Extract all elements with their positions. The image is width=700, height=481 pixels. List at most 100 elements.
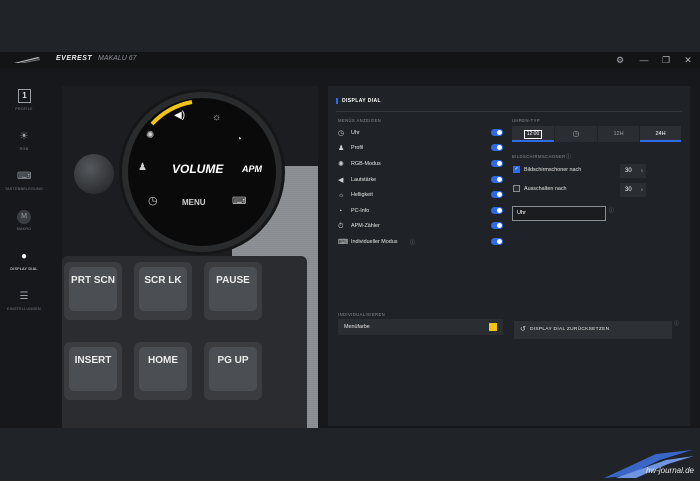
- sidebar-item-label: MAKRO: [16, 227, 32, 231]
- switch-off-label: Ausschalten nach: [524, 186, 567, 192]
- toggle-volume[interactable]: [491, 176, 503, 183]
- clock-format-24h[interactable]: 24H: [640, 126, 681, 142]
- section-title: DISPLAY DIAL: [336, 98, 381, 104]
- dial-speaker-icon: ◀): [174, 110, 186, 121]
- menu-color-swatch[interactable]: [489, 323, 497, 331]
- toggle-custom-mode[interactable]: [491, 238, 503, 245]
- display-dial-panel: DISPLAY DIAL MENÜS ANZEIGEN ◷ Uhr ♟ Prof…: [328, 86, 690, 426]
- settings-gear-icon[interactable]: ⚙: [614, 54, 626, 66]
- desktop-bottom-area: [0, 428, 700, 481]
- section-divider: [336, 111, 682, 112]
- desktop-top-area: [0, 0, 700, 52]
- menu-item-profile: ♟ Profil: [338, 143, 503, 155]
- profile-number-icon: 1: [18, 89, 31, 103]
- digital-clock-icon: 12:00: [523, 130, 543, 139]
- device-model: MAKALU 67: [98, 55, 137, 62]
- dial-volume-label: VOLUME: [172, 162, 224, 176]
- display-dial-icon: ●: [20, 251, 28, 262]
- help-icon[interactable]: ⓘ: [674, 320, 679, 327]
- title-bar: EVEREST MAKALU 67 ⚙ — ❐ ✕: [0, 52, 700, 68]
- screensaver-header: BILDSCHIRMSCHONER: [512, 154, 566, 159]
- sidebar-item-rgb[interactable]: ☀ RGB: [0, 126, 48, 166]
- menu-color-label: Menüfarbe: [344, 324, 370, 330]
- menu-item-clock: ◷ Uhr: [338, 128, 503, 140]
- individualize-header: INDIVIDUALISIEREN: [338, 312, 386, 317]
- switch-off-minutes-input[interactable]: 30 s: [620, 183, 646, 197]
- watermark-text: hw-journal.de: [645, 466, 694, 475]
- keyboard-body: PRT SCN SCR LK PAUSE INSERT HOME PG UP: [62, 256, 307, 428]
- toggle-clock[interactable]: [491, 129, 503, 136]
- help-icon[interactable]: ⓘ: [410, 239, 415, 246]
- sidebar: 1 PROFILE ☀ RGB ⌨ TASTENBELEGUNG M MAKRO…: [0, 86, 48, 326]
- screensaver-label: Bildschirmschoner nach: [524, 167, 582, 173]
- brand-logo-icon: [14, 57, 40, 63]
- gauge-icon: ◔: [338, 208, 343, 215]
- sidebar-item-label: PROFILE: [15, 107, 33, 111]
- help-icon[interactable]: ⓘ: [609, 207, 614, 214]
- brightness-icon: ☼: [338, 192, 345, 199]
- toggle-apm-counter[interactable]: [491, 222, 503, 229]
- screensaver-minutes-input[interactable]: 30 s: [620, 164, 646, 178]
- clock-type-analog[interactable]: ◷: [555, 126, 597, 142]
- help-icon[interactable]: ⓘ: [566, 153, 571, 160]
- dial-keyboard-icon: ⌨: [232, 196, 247, 207]
- clock-type-header: UHREN-TYP: [512, 118, 541, 123]
- reset-display-dial-button[interactable]: ↺ DISPLAY DIAL ZURÜCKSETZEN: [514, 321, 672, 339]
- restore-button[interactable]: ❐: [660, 54, 672, 66]
- sidebar-item-settings[interactable]: ☰ EINSTELLUNGEN: [0, 286, 48, 326]
- key-home: HOME: [134, 342, 192, 400]
- sidebar-item-display-dial[interactable]: ● DISPLAY DIAL: [0, 246, 48, 286]
- sidebar-item-macro[interactable]: M MAKRO: [0, 206, 48, 246]
- display-dial-preview: ◀) ☼ ✺ ◔ ♟ VOLUME APM ◷ MENU ⌨: [122, 92, 282, 252]
- switch-off-checkbox[interactable]: [513, 185, 520, 192]
- dial-gauge-icon: ◔: [236, 134, 243, 145]
- menu-item-custom-mode: ⌨ Individueller Modus ⓘ: [338, 237, 503, 249]
- clock-icon: ◷: [338, 130, 345, 137]
- sidebar-item-key-assignment[interactable]: ⌨ TASTENBELEGUNG: [0, 166, 48, 206]
- dial-brightness-icon: ☼: [212, 112, 222, 123]
- screensaver-checkbox[interactable]: ✓: [513, 166, 520, 173]
- toggle-profile[interactable]: [491, 144, 503, 151]
- custom-keyboard-icon: ⌨: [338, 239, 349, 246]
- sidebar-item-profile[interactable]: 1 PROFILE: [0, 86, 48, 126]
- close-button[interactable]: ✕: [682, 54, 694, 66]
- rgb-sun-icon: ✺: [338, 161, 344, 168]
- menu-list-header: MENÜS ANZEIGEN: [338, 118, 382, 123]
- key-pause: PAUSE: [204, 262, 262, 320]
- key-scr-lk: SCR LK: [134, 262, 192, 320]
- keyboard-preview: PRT SCN SCR LK PAUSE INSERT HOME PG UP ◀…: [62, 86, 318, 428]
- analog-clock-icon: ◷: [572, 129, 580, 138]
- dial-clock-icon: ◷: [148, 195, 158, 207]
- macro-icon: M: [17, 210, 31, 224]
- menu-item-apm-counter: ⏱ APM-Zähler: [338, 221, 503, 233]
- menu-item-brightness: ☼ Helligkeit: [338, 190, 503, 202]
- toggle-rgb-mode[interactable]: [491, 160, 503, 167]
- sidebar-item-label: EINSTELLUNGEN: [7, 307, 41, 311]
- clock-type-digital[interactable]: 12:00: [512, 126, 554, 142]
- sidebar-item-label: DISPLAY DIAL: [10, 267, 38, 271]
- app-brand: EVEREST: [56, 55, 93, 62]
- sidebar-item-label: RGB: [19, 147, 29, 151]
- toggle-brightness[interactable]: [491, 191, 503, 198]
- dial-menu-label: MENU: [182, 198, 206, 207]
- sliders-icon: ☰: [19, 291, 29, 302]
- menu-color-row[interactable]: Menüfarbe: [338, 319, 503, 335]
- speaker-icon: ◀: [338, 177, 344, 184]
- rotary-knob: [74, 154, 114, 194]
- person-icon: ♟: [338, 145, 345, 152]
- clock-format-12h[interactable]: 12H: [598, 126, 639, 142]
- watermark-logo-icon: [604, 450, 694, 478]
- menu-item-pc-info: ◔ PC-Info: [338, 206, 503, 218]
- dial-rgb-icon: ✺: [146, 130, 155, 141]
- minimize-button[interactable]: —: [638, 54, 650, 66]
- toggle-pc-info[interactable]: [491, 207, 503, 214]
- menu-item-rgb-mode: ✺ RGB-Modus: [338, 159, 503, 171]
- app-window: EVEREST MAKALU 67 ⚙ — ❐ ✕ 1 PROFILE ☀ RG…: [0, 52, 700, 428]
- key-pg-up: PG UP: [204, 342, 262, 400]
- dial-apm-label: APM: [242, 164, 262, 174]
- sun-icon: ☀: [19, 131, 29, 142]
- key-insert: INSERT: [64, 342, 122, 400]
- key-prt-scn: PRT SCN: [64, 262, 122, 320]
- dial-text-input[interactable]: Uhr: [512, 206, 606, 221]
- sidebar-item-label: TASTENBELEGUNG: [4, 187, 44, 191]
